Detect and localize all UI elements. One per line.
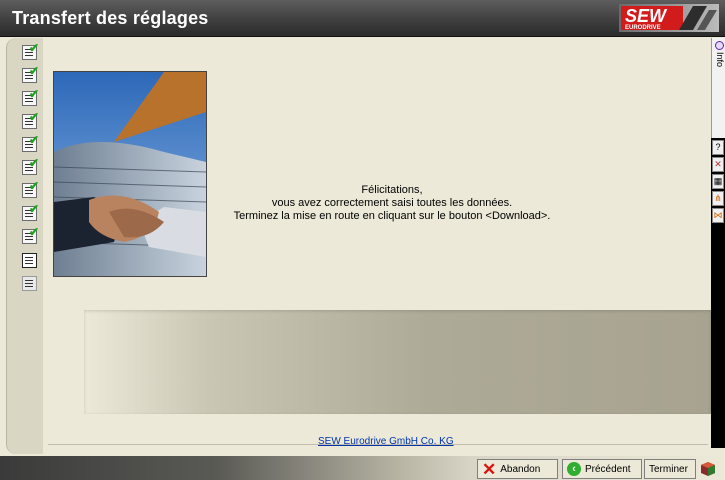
help-icon[interactable]: ? bbox=[712, 140, 724, 155]
back-arrow-icon: ‹ bbox=[567, 462, 581, 476]
step-completed-icon[interactable]: ✔ bbox=[22, 88, 39, 106]
abort-button[interactable]: ✕ Abandon bbox=[477, 459, 558, 479]
svg-text:EURODRIVE: EURODRIVE bbox=[625, 25, 661, 31]
step-pending-icon[interactable] bbox=[22, 276, 37, 291]
previous-button-label: Précédent bbox=[585, 463, 631, 475]
handshake-photo bbox=[53, 71, 207, 277]
finish-button[interactable]: Terminer bbox=[644, 459, 696, 479]
tree-icon[interactable]: ⋈ bbox=[712, 208, 724, 223]
step-completed-icon[interactable]: ✔ bbox=[22, 203, 39, 221]
cross-icon: ✕ bbox=[482, 459, 497, 479]
info-tab[interactable]: Info bbox=[711, 38, 725, 138]
window-title: Transfert des réglages bbox=[12, 8, 209, 28]
finish-button-label: Terminer bbox=[649, 463, 688, 475]
close-doc-icon[interactable]: ✕ bbox=[712, 157, 724, 172]
step-completed-icon[interactable]: ✔ bbox=[22, 226, 39, 244]
title-bar: Transfert des réglages SEW EURODRIVE bbox=[0, 0, 725, 37]
abort-button-label: Abandon bbox=[500, 463, 541, 475]
step-completed-icon[interactable]: ✔ bbox=[22, 111, 39, 129]
decorative-band bbox=[84, 310, 711, 414]
info-icon bbox=[715, 41, 724, 50]
step-completed-icon[interactable]: ✔ bbox=[22, 134, 39, 152]
svg-text:SEW: SEW bbox=[625, 6, 668, 26]
congratulations-message: Félicitations, vous avez correctement sa… bbox=[222, 184, 562, 223]
previous-button[interactable]: ‹ Précédent bbox=[562, 459, 642, 479]
step-completed-icon[interactable]: ✔ bbox=[22, 157, 39, 175]
step-completed-icon[interactable]: ✔ bbox=[22, 65, 39, 83]
wizard-steps-rail: ✔ ✔ ✔ ✔ ✔ ✔ ✔ ✔ ✔ bbox=[6, 38, 43, 454]
step-completed-icon[interactable]: ✔ bbox=[22, 42, 39, 60]
table-icon[interactable]: ▦ bbox=[712, 174, 724, 189]
step-current-icon[interactable] bbox=[22, 253, 37, 268]
message-line: Félicitations, bbox=[361, 184, 423, 196]
sew-eurodrive-logo: SEW EURODRIVE bbox=[619, 4, 719, 32]
message-line: Terminez la mise en route en cliquant su… bbox=[233, 210, 551, 222]
network-icon[interactable]: ⋔ bbox=[712, 191, 724, 206]
message-line: vous avez correctement saisi toutes les … bbox=[271, 197, 513, 209]
company-link[interactable]: SEW Eurodrive GmbH Co. KG bbox=[318, 436, 454, 447]
step-completed-icon[interactable]: ✔ bbox=[22, 180, 39, 198]
package-icon bbox=[701, 462, 715, 476]
wizard-content-panel: Félicitations, vous avez correctement sa… bbox=[44, 38, 711, 448]
info-tab-label: Info bbox=[715, 52, 725, 68]
